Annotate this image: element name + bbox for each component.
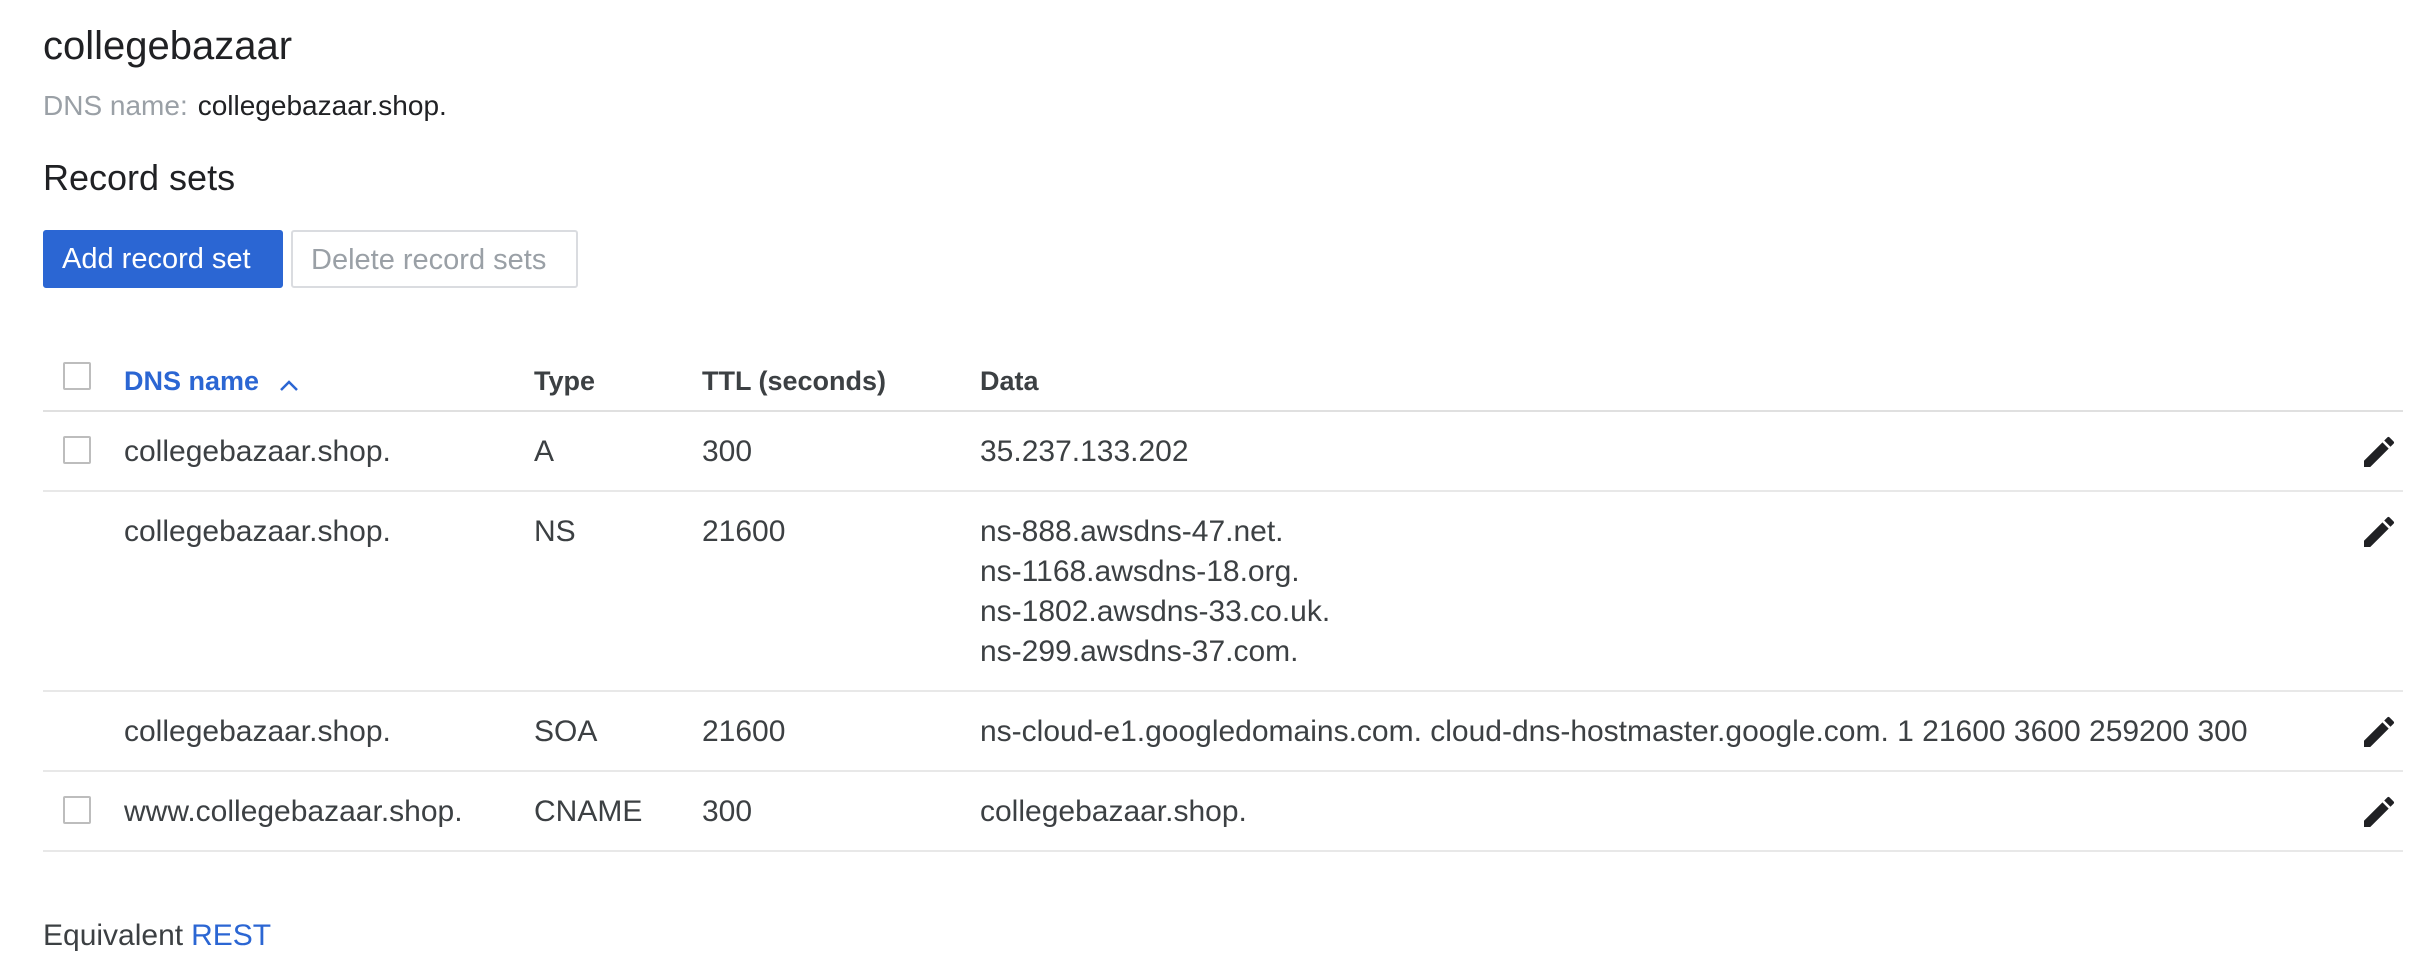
record-sets-table: DNS name Type TTL (seconds) Data college… [43,350,2403,852]
record-data-line: ns-299.awsdns-37.com. [980,635,1299,668]
record-data: 35.237.133.202 [980,432,1189,472]
record-data-line: ns-1802.awsdns-33.co.uk. [980,595,1331,628]
dns-name-label: DNS name: [43,90,188,121]
table-row: www.collegebazaar.shop. CNAME 300 colleg… [43,772,2403,852]
record-data: ns-cloud-e1.googledomains.com. cloud-dns… [980,712,2248,752]
add-record-set-button[interactable]: Add record set [43,230,283,288]
zone-title: collegebazaar [43,24,293,68]
record-dns-name: www.collegebazaar.shop. [124,795,463,828]
record-data-line: ns-888.awsdns-47.net. [980,515,1284,548]
record-data: ns-888.awsdns-47.net. ns-1168.awsdns-18.… [980,512,1330,672]
equivalent-rest: Equivalent REST [43,916,271,956]
record-data-line: collegebazaar.shop. [980,795,1247,828]
record-dns-name: collegebazaar.shop. [124,715,391,748]
chevron-up-icon [279,366,299,400]
column-header-dns-name-label: DNS name [124,366,260,396]
row-checkbox[interactable] [63,436,91,464]
record-dns-name: collegebazaar.shop. [124,435,391,468]
record-sets-heading: Record sets [43,157,236,198]
equivalent-label: Equivalent [43,919,184,952]
edit-pencil-icon[interactable] [2359,712,2399,752]
select-all-checkbox[interactable] [63,362,91,390]
edit-pencil-icon[interactable] [2359,512,2399,552]
record-ttl: 21600 [702,715,786,748]
record-data-line: ns-1168.awsdns-18.org. [980,555,1300,588]
record-type: SOA [534,715,598,748]
record-ttl: 300 [702,795,753,828]
record-data: collegebazaar.shop. [980,792,1247,832]
record-type: A [534,435,555,468]
zone-dns-name: DNS name: collegebazaar.shop. [43,88,447,124]
record-data-line: ns-cloud-e1.googledomains.com. cloud-dns… [980,715,2248,748]
table-row: collegebazaar.shop. SOA 21600 ns-cloud-e… [43,692,2403,772]
edit-pencil-icon[interactable] [2359,432,2399,472]
record-type: NS [534,515,576,548]
delete-record-sets-button[interactable]: Delete record sets [291,230,578,288]
table-header: DNS name Type TTL (seconds) Data [43,350,2403,412]
column-header-dns-name[interactable]: DNS name [124,364,299,400]
record-type: CNAME [534,795,643,828]
record-ttl: 21600 [702,515,786,548]
edit-pencil-icon[interactable] [2359,792,2399,832]
column-header-ttl[interactable]: TTL (seconds) [702,364,886,398]
record-dns-name: collegebazaar.shop. [124,515,391,548]
table-row: collegebazaar.shop. NS 21600 ns-888.awsd… [43,492,2403,692]
row-checkbox[interactable] [63,796,91,824]
record-ttl: 300 [702,435,753,468]
column-header-data[interactable]: Data [980,364,1039,398]
record-data-line: 35.237.133.202 [980,435,1189,468]
rest-link[interactable]: REST [191,919,271,952]
column-header-type[interactable]: Type [534,364,595,398]
table-row: collegebazaar.shop. A 300 35.237.133.202 [43,412,2403,492]
dns-name-value: collegebazaar.shop. [197,90,447,121]
